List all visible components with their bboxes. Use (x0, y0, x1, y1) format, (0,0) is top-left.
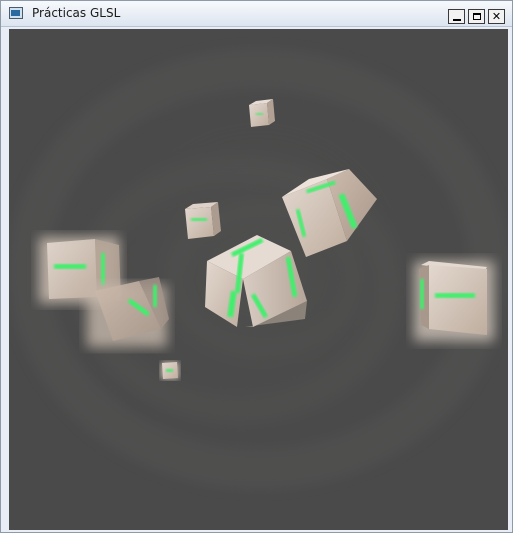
cube-right (414, 261, 494, 341)
cube-left-lower-blur (87, 277, 169, 347)
cube-small-bottom (161, 362, 179, 379)
app-window: Prácticas GLSL ✕ (0, 0, 513, 533)
close-button[interactable]: ✕ (488, 9, 505, 24)
title-bar[interactable]: Prácticas GLSL ✕ (1, 1, 512, 27)
desktop-background-strip (0, 533, 515, 539)
close-icon: ✕ (491, 10, 502, 23)
cube-small-center (185, 202, 221, 239)
minimize-button[interactable] (448, 9, 465, 24)
maximize-icon (472, 13, 481, 20)
minimize-icon (452, 18, 461, 21)
app-window-icon[interactable] (9, 7, 23, 19)
window-title: Prácticas GLSL (32, 6, 121, 20)
cube-small-top (249, 99, 275, 127)
opengl-render-canvas[interactable] (9, 29, 508, 530)
glsl-scene (9, 49, 508, 489)
maximize-button[interactable] (468, 9, 485, 24)
